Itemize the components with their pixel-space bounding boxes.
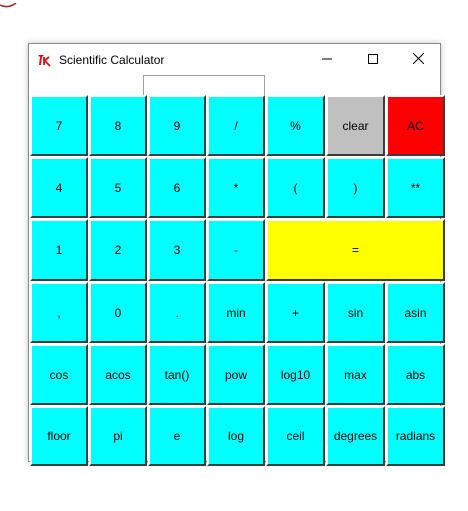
maximize-button[interactable] bbox=[350, 44, 396, 75]
key-e[interactable]: e bbox=[148, 406, 206, 466]
key-decimal[interactable]: . bbox=[148, 282, 206, 343]
maximize-icon bbox=[368, 51, 378, 69]
all-clear-button[interactable]: AC bbox=[386, 95, 445, 156]
key-log10[interactable]: log10 bbox=[266, 344, 325, 405]
tk-feather-icon bbox=[37, 52, 53, 68]
title-bar[interactable]: Scientific Calculator bbox=[29, 44, 440, 75]
key-asin[interactable]: asin bbox=[386, 282, 445, 343]
key-sin[interactable]: sin bbox=[326, 282, 385, 343]
key-8[interactable]: 8 bbox=[89, 95, 147, 156]
key-6[interactable]: 6 bbox=[148, 157, 206, 218]
key-divide[interactable]: / bbox=[207, 95, 265, 156]
key-5[interactable]: 5 bbox=[89, 157, 147, 218]
calculator-window: Scientific Calculator 7 8 9 / % clear AC… bbox=[28, 43, 445, 466]
key-min[interactable]: min bbox=[207, 282, 265, 343]
key-plus[interactable]: + bbox=[266, 282, 325, 343]
key-0[interactable]: 0 bbox=[89, 282, 147, 343]
key-acos[interactable]: acos bbox=[89, 344, 147, 405]
minimize-icon bbox=[322, 51, 332, 69]
key-degrees[interactable]: degrees bbox=[326, 406, 385, 466]
keypad: 7 8 9 / % clear AC 4 5 6 * ( ) ** 1 2 3 … bbox=[29, 95, 445, 466]
key-1[interactable]: 1 bbox=[30, 219, 88, 281]
key-pi[interactable]: pi bbox=[89, 406, 147, 466]
key-3[interactable]: 3 bbox=[148, 219, 206, 281]
clear-button[interactable]: clear bbox=[326, 95, 385, 156]
key-ceil[interactable]: ceil bbox=[266, 406, 325, 466]
key-cos[interactable]: cos bbox=[30, 344, 88, 405]
key-floor[interactable]: floor bbox=[30, 406, 88, 466]
key-radians[interactable]: radians bbox=[386, 406, 445, 466]
key-max[interactable]: max bbox=[326, 344, 385, 405]
key-2[interactable]: 2 bbox=[89, 219, 147, 281]
key-multiply[interactable]: * bbox=[207, 157, 265, 218]
key-tan[interactable]: tan() bbox=[148, 344, 206, 405]
key-comma[interactable]: , bbox=[30, 282, 88, 343]
key-abs[interactable]: abs bbox=[386, 344, 445, 405]
background-curve-mark bbox=[0, 0, 18, 10]
key-close-paren[interactable]: ) bbox=[326, 157, 385, 218]
key-log[interactable]: log bbox=[207, 406, 265, 466]
close-button[interactable] bbox=[395, 44, 441, 75]
equals-button[interactable]: = bbox=[266, 219, 445, 281]
key-4[interactable]: 4 bbox=[30, 157, 88, 218]
key-pow[interactable]: pow bbox=[207, 344, 265, 405]
minimize-button[interactable] bbox=[304, 44, 350, 75]
key-percent[interactable]: % bbox=[266, 95, 325, 156]
window-title: Scientific Calculator bbox=[59, 53, 165, 67]
close-icon bbox=[412, 51, 424, 69]
key-power-operator[interactable]: ** bbox=[386, 157, 445, 218]
key-minus[interactable]: - bbox=[207, 219, 265, 281]
key-open-paren[interactable]: ( bbox=[266, 157, 325, 218]
key-9[interactable]: 9 bbox=[148, 95, 206, 156]
display-entry[interactable] bbox=[143, 75, 265, 95]
key-7[interactable]: 7 bbox=[30, 95, 88, 156]
